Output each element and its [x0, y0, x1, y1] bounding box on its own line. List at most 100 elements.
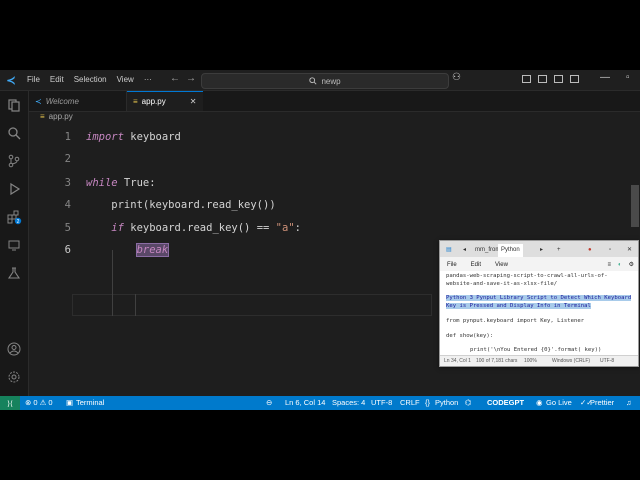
explorer-icon[interactable] [6, 97, 22, 113]
notepad-tab-active[interactable]: Python [498, 244, 523, 257]
search-sidebar-icon[interactable] [6, 125, 22, 141]
vscode-tab-icon: ≺ [35, 96, 42, 106]
notepad-close-icon[interactable]: ✕ [624, 244, 635, 257]
remote-indicator-icon[interactable]: ⟩⟨ [0, 396, 20, 410]
new-tab-icon[interactable]: + [554, 244, 564, 257]
search-icon [309, 77, 317, 85]
settings-gear-icon[interactable] [6, 369, 22, 385]
maximize-icon[interactable]: ▫ [626, 72, 630, 83]
notepad-line: pandas-web-scraping-script-to-crawl-all-… [446, 273, 608, 279]
cursor-position[interactable]: Ln 6, Col 14 [285, 396, 325, 410]
run-debug-icon[interactable] [6, 181, 22, 197]
tab-welcome-label: Welcome [45, 96, 79, 106]
problems-indicator[interactable]: ⊗ 0 ⚠ 0 [25, 396, 53, 410]
codegpt-button[interactable]: CODEGPT [487, 396, 524, 410]
notepad-char-count: 100 of 7,181 chars [476, 358, 518, 364]
python-file-icon: ≡ [133, 97, 138, 106]
code-line-3: 3 while True: [29, 172, 629, 194]
accounts-icon[interactable] [6, 341, 22, 357]
tab-welcome[interactable]: ≺ Welcome [29, 91, 127, 111]
testing-flask-icon[interactable] [6, 265, 22, 281]
go-live-button[interactable]: Go Live [546, 396, 572, 410]
menu-file[interactable]: File [22, 70, 45, 90]
selected-text: break [135, 243, 170, 257]
notepad-status-icon[interactable]: ◐ [615, 259, 625, 271]
forward-arrow-icon[interactable]: → [186, 73, 196, 84]
indentation[interactable]: Spaces: 4 [332, 396, 365, 410]
copilot-icon[interactable]: ⚇ [452, 72, 461, 83]
code-line-5: 5 if keyboard.read_key() == "a": [29, 217, 629, 239]
zoom-icon[interactable]: ⊖ [266, 396, 272, 410]
notepad-status-bar: Ln 34, Col 1 100 of 7,181 chars 100% Win… [440, 355, 638, 366]
braces-icon: {} [425, 398, 431, 407]
end-of-line[interactable]: CRLF [400, 396, 420, 410]
notepad-line: website-and-save-it-as-xlsx-file/ [446, 281, 558, 287]
notepad-eol: Windows (CRLF) [552, 358, 591, 364]
notepad-title-bar: ▤ ◂ mm_from Python ▸ + ● ▫ ✕ [440, 241, 638, 257]
command-center-text: newp [321, 76, 341, 86]
line-number: 4 [64, 199, 71, 211]
toggle-secondary-sidebar-icon[interactable] [554, 75, 563, 83]
notepad-line: from pynput.keyboard import Key, Listene… [446, 318, 585, 324]
notepad-zoom: 100% [524, 358, 537, 364]
toggle-panel-icon[interactable] [538, 75, 547, 83]
notepad-maximize-icon[interactable]: ▫ [606, 244, 614, 257]
code-line-1: 1 import keyboard [29, 126, 629, 148]
terminal-button[interactable]: Terminal [76, 396, 104, 410]
extensions-icon[interactable]: 2 [6, 209, 22, 225]
notepad-text-area[interactable]: pandas-web-scraping-script-to-crawl-all-… [440, 271, 638, 355]
menu-edit[interactable]: Edit [45, 70, 69, 90]
menu-more[interactable]: ··· [139, 70, 157, 90]
code-text: break [86, 239, 170, 261]
status-bar: ⟩⟨ ⊗ 0 ⚠ 0 ▣ Terminal ⊖ Ln 6, Col 14 Spa… [0, 396, 640, 410]
line-number: 2 [64, 153, 71, 165]
terminal-icon: ▣ [66, 398, 74, 407]
breadcrumb: ≡ app.py [40, 112, 73, 121]
code-text: import keyboard [86, 131, 181, 143]
source-control-icon[interactable] [6, 153, 22, 169]
notepad-line-highlighted: Python 3 Pynput Library Script to Detect… [446, 295, 632, 301]
notepad-menu-file[interactable]: File [440, 259, 464, 271]
close-tab-icon[interactable]: ✕ [190, 97, 197, 106]
notepad-line: print('\nYou Entered {0}'.format( key)) [470, 347, 602, 353]
text-cursor [168, 243, 170, 257]
prettier-button[interactable]: Prettier [590, 396, 614, 410]
toggle-primary-sidebar-icon[interactable] [522, 75, 531, 83]
svg-text:2: 2 [17, 219, 20, 225]
customize-layout-icon[interactable] [570, 75, 579, 83]
notepad-encoding: UTF-8 [600, 358, 615, 364]
notepad-tab-arrow-icon[interactable]: ◂ [460, 244, 469, 257]
indent-guide [135, 294, 136, 316]
editor-scrollbar[interactable] [631, 185, 639, 227]
code-text: print(keyboard.read_key()) [86, 199, 276, 211]
go-live-icon: ◉ [536, 398, 543, 407]
notepad-format-icon[interactable]: ≡ [603, 259, 615, 271]
notepad-menu-edit[interactable]: Edit [464, 259, 488, 271]
notifications-bell-icon[interactable]: ♫ [626, 396, 632, 410]
tab-app-py-label: app.py [141, 97, 166, 106]
breadcrumb-file[interactable]: app.py [49, 112, 73, 121]
code-text: while True: [86, 177, 156, 189]
command-center-search[interactable]: newp [201, 73, 449, 89]
notepad-position: Ln 34, Col 1 [444, 358, 471, 364]
line-number: 6 [64, 244, 71, 256]
notepad-tab-next-icon[interactable]: ▸ [537, 244, 546, 257]
remote-explorer-icon[interactable] [6, 237, 22, 253]
code-line-2: 2 [29, 148, 629, 170]
back-arrow-icon[interactable]: ← [170, 73, 180, 84]
title-bar: ≺ File Edit Selection View ··· ← → newp … [0, 70, 640, 91]
notepad-app-icon: ▤ [446, 247, 452, 253]
language-mode[interactable]: Python [435, 396, 458, 410]
code-text: if keyboard.read_key() == "a": [111, 222, 301, 234]
menu-view[interactable]: View [112, 70, 139, 90]
editor-tab-bar: ≺ Welcome ≡ app.py ✕ [29, 91, 640, 112]
notepad-settings-gear-icon[interactable]: ⚙ [625, 259, 638, 271]
vscode-logo-icon: ≺ [6, 74, 16, 87]
encoding[interactable]: UTF-8 [371, 396, 392, 410]
vscode-window: ≺ File Edit Selection View ··· ← → newp … [0, 70, 640, 410]
pin-icon[interactable]: ● [585, 244, 595, 257]
tab-app-py[interactable]: ≡ app.py ✕ [127, 91, 203, 111]
menu-selection[interactable]: Selection [69, 70, 112, 90]
notepad-menu-view[interactable]: View [488, 259, 515, 271]
minimize-icon[interactable]: — [600, 72, 610, 83]
